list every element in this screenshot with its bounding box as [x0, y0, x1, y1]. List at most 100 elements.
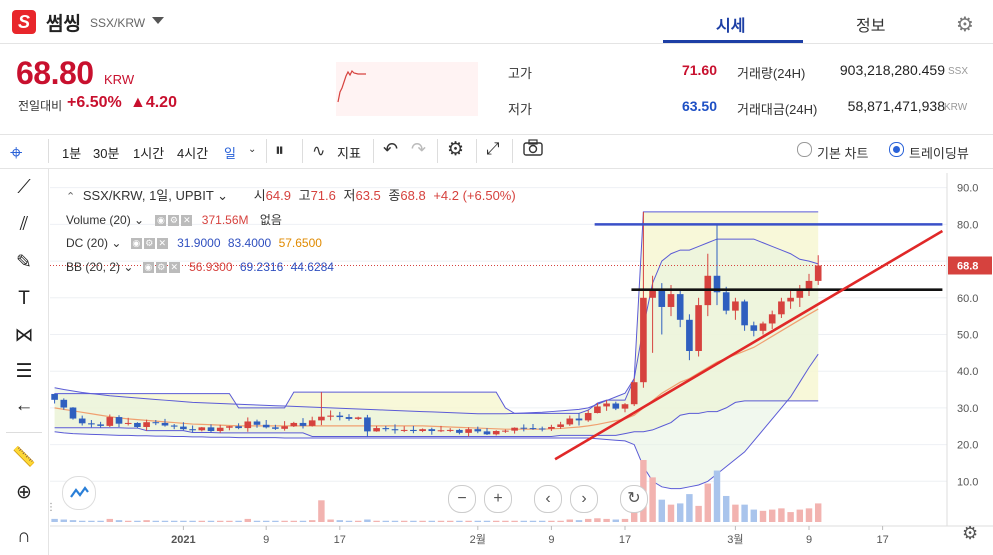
tab-price[interactable]: 시세: [716, 12, 745, 36]
volume-value-label: 371.56M: [201, 213, 249, 227]
camera-icon[interactable]: [522, 138, 544, 156]
bb-value-3: 44.6284: [290, 260, 334, 274]
bb-value-2: 69.2316: [239, 260, 284, 274]
eye-icon[interactable]: ◉: [142, 260, 156, 274]
chevron-down-icon[interactable]: ⌄: [217, 188, 228, 203]
y-tick-label: 60.0: [957, 293, 978, 305]
y-tick-label: 40.0: [957, 366, 978, 378]
candle-body: [612, 403, 620, 409]
eye-icon[interactable]: ◉: [155, 213, 168, 227]
y-tick-label: 20.0: [957, 440, 978, 452]
coin-logo: S: [12, 10, 36, 34]
low-label: 저가: [508, 102, 532, 117]
volume-bar: [345, 520, 353, 522]
candle-body: [456, 429, 463, 433]
volume-bar: [60, 519, 68, 522]
timeframe-30m[interactable]: 30분: [93, 143, 119, 162]
eye-icon[interactable]: ◉: [130, 236, 144, 250]
candle-body: [621, 404, 629, 409]
candle-body: [759, 323, 767, 331]
chevron-down-icon[interactable]: ⌄: [248, 144, 256, 155]
volume-bar: [97, 520, 104, 522]
chevron-down-icon[interactable]: ⌄: [123, 260, 133, 274]
dc-value-3: 57.6500: [278, 236, 322, 250]
trading-view-label[interactable]: 트레이딩뷰: [909, 143, 969, 162]
volume-bar: [437, 520, 445, 522]
tradingview-logo-svg: [70, 486, 89, 498]
candle-body: [124, 422, 132, 424]
volume-bar: [198, 520, 206, 522]
volume-bar: [575, 520, 583, 522]
trading-view-radio[interactable]: [889, 142, 904, 157]
timeframe-1h[interactable]: 1시간: [133, 143, 164, 162]
chevron-down-icon[interactable]: ⌄: [134, 213, 144, 227]
gear-icon[interactable]: ⚙: [956, 12, 974, 37]
zoom-out-button[interactable]: −: [448, 485, 476, 513]
chevron-down-icon[interactable]: ⌄: [111, 236, 121, 250]
fullscreen-icon[interactable]: ⤢: [486, 139, 500, 159]
volume-bar: [308, 520, 316, 522]
mini-chart: [336, 62, 478, 116]
undo-icon[interactable]: ↶: [383, 139, 398, 160]
close-icon[interactable]: ✕: [181, 213, 194, 227]
projection-icon[interactable]: ☰: [10, 360, 38, 383]
gear-icon[interactable]: ⚙: [168, 213, 181, 227]
candle-body: [640, 297, 647, 383]
candle-body: [557, 424, 564, 427]
x-tick-label: 17: [619, 534, 631, 546]
x-tick-label: 9: [548, 534, 554, 546]
basic-chart-label[interactable]: 기본 차트: [817, 143, 868, 162]
indicator-button[interactable]: 지표: [337, 143, 361, 162]
timeframe-4h[interactable]: 4시간: [177, 143, 208, 162]
y-tick-label: 50.0: [957, 329, 978, 341]
legend-l-label: 저: [343, 188, 356, 203]
brush-icon[interactable]: ✎: [10, 251, 38, 274]
settings-icon[interactable]: ⚙: [447, 138, 464, 161]
candle-body: [336, 415, 344, 418]
gear-icon[interactable]: ⚙: [155, 260, 169, 274]
zoom-in-icon[interactable]: ⊕: [10, 481, 38, 504]
candle-body: [483, 431, 491, 435]
gear-icon[interactable]: ⚙: [143, 236, 157, 250]
magnet-icon[interactable]: ∩: [10, 526, 38, 548]
bb-name: BB (20, 2): [66, 260, 121, 274]
zoom-in-button[interactable]: +: [484, 485, 512, 513]
gear-icon[interactable]: ⚙: [962, 523, 978, 544]
tab-info[interactable]: 정보: [856, 12, 885, 36]
chevron-down-icon[interactable]: [152, 17, 164, 24]
redo-icon[interactable]: ↷: [411, 139, 426, 160]
change-percent: +6.50%: [67, 94, 122, 111]
scroll-handle-icon[interactable]: ⋮: [46, 502, 56, 513]
back-arrow-icon[interactable]: ←: [10, 395, 38, 417]
legend-collapse-icon[interactable]: ⌃: [66, 191, 75, 203]
volume-bar: [354, 520, 362, 522]
close-icon[interactable]: ✕: [156, 236, 170, 250]
volume-bar: [226, 520, 233, 522]
candle-body: [446, 429, 454, 431]
trend-line-icon[interactable]: ⟋: [10, 177, 38, 199]
volume-bar: [594, 518, 601, 522]
timeframe-1d[interactable]: 일: [224, 143, 236, 162]
price-chart[interactable]: 90.080.070.060.050.040.030.020.010.068.8…: [50, 173, 993, 555]
candle-body: [152, 422, 160, 424]
ruler-icon[interactable]: 📏: [10, 445, 38, 469]
text-icon[interactable]: T: [10, 288, 38, 310]
volume-bar: [299, 520, 307, 522]
volume-bar: [805, 508, 813, 522]
volume-bar: [410, 520, 417, 522]
dc-value-2: 83.4000: [227, 236, 272, 250]
candle-body: [686, 319, 693, 352]
scroll-left-button[interactable]: ‹: [534, 485, 562, 513]
scroll-right-button[interactable]: ›: [570, 485, 598, 513]
reset-icon[interactable]: ↻: [620, 485, 648, 513]
fib-icon[interactable]: ⫽: [10, 214, 38, 236]
timeframe-1m[interactable]: 1분: [62, 143, 81, 162]
candle-type-icon[interactable]: ⏸: [275, 140, 284, 161]
basic-chart-radio[interactable]: [797, 142, 812, 157]
pattern-icon[interactable]: ⋈: [10, 324, 38, 347]
crosshair-icon[interactable]: ⌖: [10, 140, 22, 166]
indicator-icon[interactable]: ∿: [312, 141, 325, 161]
tradingview-logo[interactable]: [62, 476, 96, 510]
close-icon[interactable]: ✕: [168, 260, 182, 274]
candle-body: [603, 403, 610, 407]
